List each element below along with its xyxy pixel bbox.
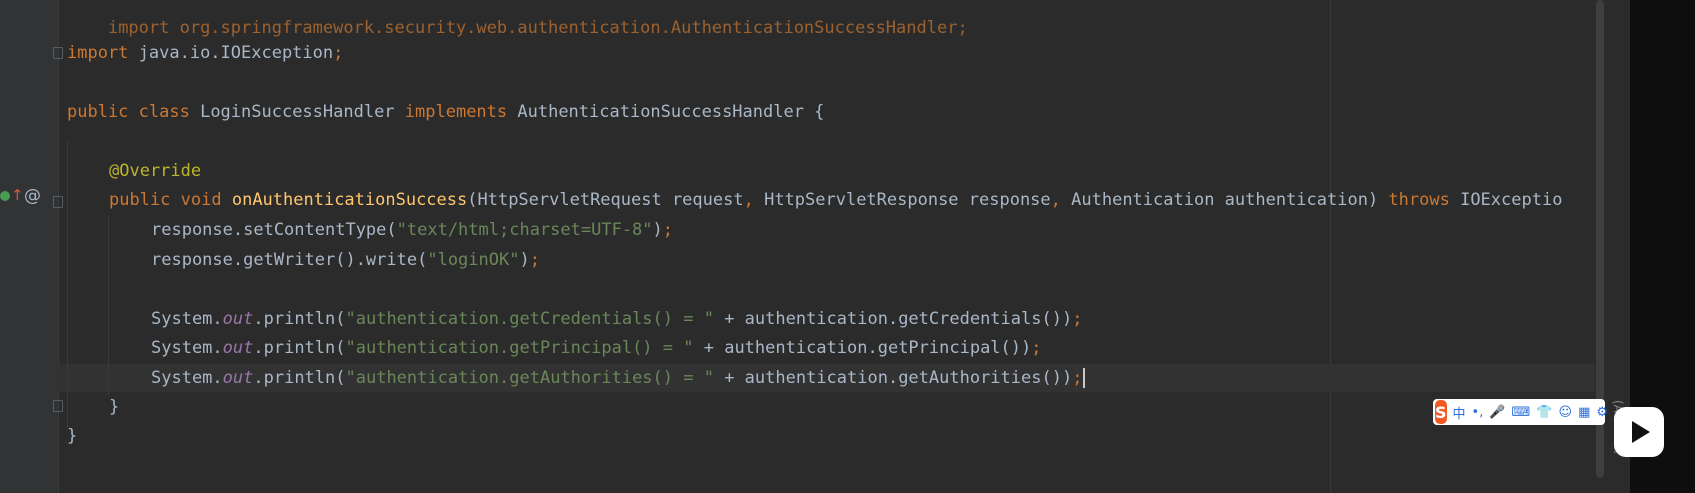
code-line-partial: import org.springframework.security.web.…	[107, 18, 968, 38]
code-line-println-principal: System.out.println("authentication.getPr…	[151, 334, 1042, 362]
string-literal: "authentication.getCredentials() = "	[345, 309, 714, 329]
static-field: out	[222, 338, 254, 358]
code-text: .println(	[253, 309, 346, 329]
code-line-close-method: }	[109, 393, 119, 421]
code-text: )	[652, 220, 663, 240]
keyword: class	[128, 102, 190, 122]
exception-name: IOExceptio	[1449, 190, 1563, 210]
string-literal: "loginOK"	[427, 250, 520, 270]
static-field: out	[222, 368, 254, 388]
code-line-import: import java.io.IOException;	[67, 39, 343, 67]
code-text: + authentication.getCredentials())	[713, 309, 1073, 329]
fold-imports-icon[interactable]	[53, 47, 63, 59]
semicolon: ;	[529, 250, 540, 270]
string-literal: "authentication.getPrincipal() = "	[345, 338, 694, 358]
method-name: onAuthenticationSuccess	[221, 190, 468, 210]
comma: ,	[1050, 190, 1061, 210]
keyword: void	[170, 190, 222, 210]
keyword: import	[67, 43, 129, 63]
annotation: @Override	[109, 161, 202, 181]
code-text: )	[519, 250, 530, 270]
fold-method-icon[interactable]	[53, 196, 63, 208]
code-line-write: response.getWriter().write("loginOK");	[151, 246, 540, 274]
interface-name: AuthenticationSuccessHandler {	[507, 102, 825, 122]
code-text: response.setContentType(	[151, 220, 397, 240]
code-line-close-class: }	[67, 422, 77, 450]
param: HttpServletResponse response	[753, 190, 1051, 210]
code-text: .println(	[253, 338, 346, 358]
code-line-println-authorities: System.out.println("authentication.getAu…	[151, 364, 1086, 392]
text-caret	[1083, 368, 1086, 388]
import-path: java.io.IOException	[128, 43, 334, 63]
code-text: + authentication.getAuthorities())	[713, 368, 1073, 388]
ime-grid-icon[interactable]: ▦	[1578, 405, 1590, 420]
ime-microphone-icon[interactable]: 🎤	[1489, 405, 1505, 420]
string-literal: "text/html;charset=UTF-8"	[396, 220, 653, 240]
indent-guide	[108, 216, 109, 396]
code-line-class-decl: public class LoginSuccessHandler impleme…	[67, 98, 824, 126]
code-text: + authentication.getPrincipal())	[693, 338, 1032, 358]
code-line-annotation: @Override	[109, 157, 201, 185]
fold-method-end-icon[interactable]	[53, 400, 63, 412]
keyword: public	[67, 102, 129, 122]
code-text: .println(	[253, 368, 346, 388]
ime-emoji-icon[interactable]: ☺	[1559, 405, 1573, 420]
brace: }	[67, 426, 78, 446]
semicolon: ;	[1072, 368, 1083, 388]
semicolon: ;	[1031, 338, 1042, 358]
ime-logo-icon[interactable]: S	[1435, 400, 1447, 424]
right-margin-guide	[1330, 0, 1331, 493]
code-text: System.	[151, 338, 223, 358]
code-text: response.getWriter().write(	[151, 250, 428, 270]
code-line-method-decl: public void onAuthenticationSuccess(Http…	[109, 186, 1562, 214]
string-literal: "authentication.getAuthorities() = "	[345, 368, 714, 388]
line-gutter[interactable]	[0, 0, 59, 493]
implementation-marker-icon[interactable]	[0, 191, 10, 201]
ime-keyboard-icon[interactable]: ⌨	[1512, 405, 1531, 420]
ime-mode-chinese[interactable]: 中	[1453, 403, 1466, 422]
code-line-println-credentials: System.out.println("authentication.getCr…	[151, 305, 1082, 333]
play-button[interactable]	[1614, 407, 1664, 457]
brace: }	[109, 397, 120, 417]
code-line-set-content-type: response.setContentType("text/html;chars…	[151, 216, 673, 244]
ime-skin-icon[interactable]: 👕	[1536, 405, 1552, 420]
code-text: System.	[151, 368, 223, 388]
keyword: public	[109, 190, 171, 210]
param: Authentication authentication)	[1060, 190, 1389, 210]
code-text: System.	[151, 309, 223, 329]
override-arrow-icon[interactable]: ↑	[11, 186, 24, 204]
ime-toolbar[interactable]: S 中 •, 🎤 ⌨ 👕 ☺ ▦ ⚙	[1433, 399, 1608, 425]
param: (HttpServletRequest request	[467, 190, 744, 210]
semicolon: ;	[662, 220, 674, 240]
semicolon: ;	[333, 43, 344, 63]
ime-punctuation-icon[interactable]: •,	[1472, 405, 1484, 420]
static-field: out	[222, 309, 254, 329]
comma: ,	[743, 190, 754, 210]
indent-guide	[67, 140, 68, 428]
class-name: LoginSuccessHandler	[189, 102, 395, 122]
semicolon: ;	[1072, 309, 1083, 329]
play-icon	[1632, 421, 1650, 443]
keyword: throws	[1388, 190, 1450, 210]
keyword: implements	[394, 102, 508, 122]
annotation-at-icon[interactable]: @	[24, 186, 41, 206]
